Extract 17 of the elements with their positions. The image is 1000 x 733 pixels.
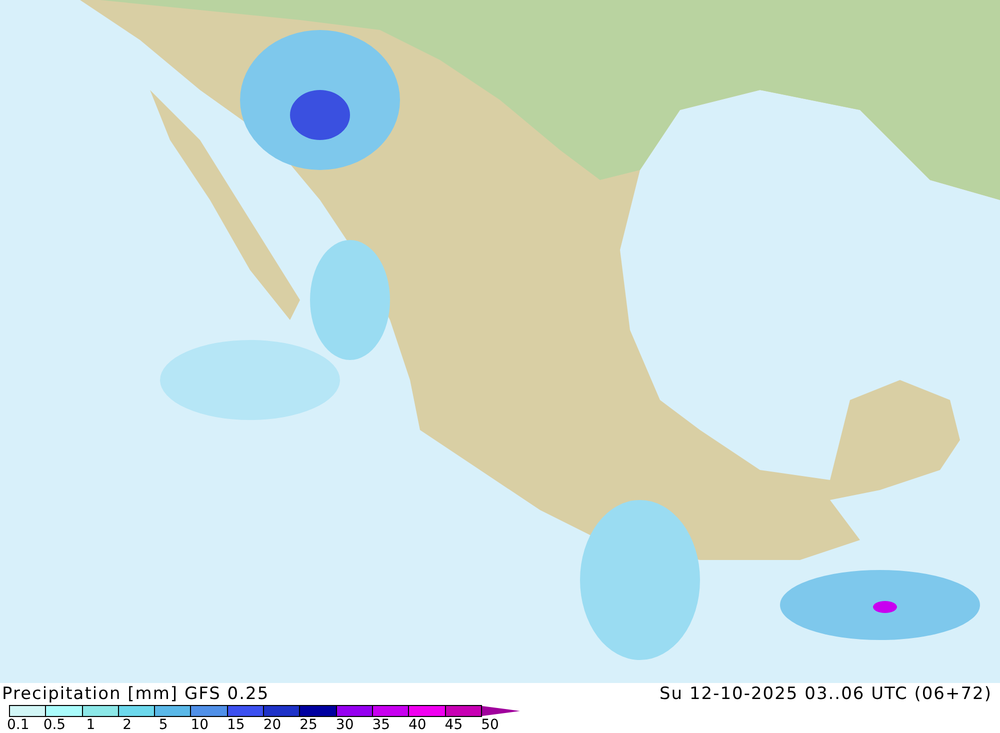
scale-label: 2 — [122, 717, 132, 733]
scale-label: 10 — [190, 717, 210, 733]
valid-time: Su 12-10-2025 03..06 UTC (06+72) — [659, 684, 992, 704]
scale-label: 30 — [334, 717, 355, 733]
scale-arrow-icon — [482, 706, 520, 716]
scale-label: 45 — [444, 717, 464, 733]
scale-label: 35 — [371, 717, 392, 733]
scale-label: 0.5 — [42, 717, 67, 733]
scale-label: 0.1 — [6, 717, 30, 733]
scale-label: 40 — [408, 717, 428, 733]
scale-label: 20 — [262, 717, 282, 733]
scale-label: 25 — [298, 717, 318, 733]
scale-label: 15 — [226, 717, 246, 733]
scale-label: 1 — [85, 717, 96, 733]
scale-label: 5 — [158, 717, 169, 733]
map-title: Precipitation [mm] GFS 0.25 — [2, 684, 270, 704]
scale-label: 50 — [480, 717, 500, 733]
